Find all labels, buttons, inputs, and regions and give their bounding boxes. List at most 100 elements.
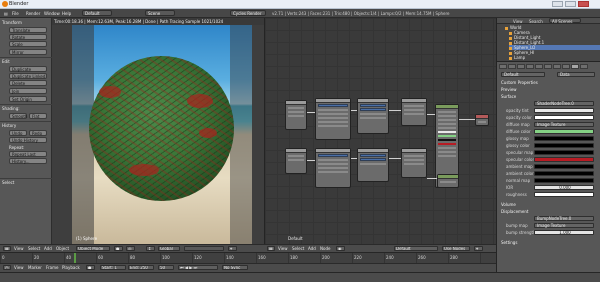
material-tab-icon[interactable]: [571, 64, 579, 69]
opacity-color-field[interactable]: [534, 115, 594, 120]
properties-editor[interactable]: Default Data Custom Properties Preview S…: [496, 62, 600, 272]
opacity-tint-field[interactable]: [534, 108, 594, 113]
diffuse-map-field[interactable]: Image Texture: [534, 122, 594, 127]
select-header[interactable]: Select: [2, 180, 14, 185]
end-frame-field[interactable]: End: 250: [128, 265, 154, 270]
scale-button[interactable]: Scale: [9, 41, 47, 47]
ambient-map-field[interactable]: [534, 164, 594, 169]
volume-panel[interactable]: Volume: [501, 202, 516, 207]
transform-header[interactable]: Transform: [2, 20, 22, 25]
translate-button[interactable]: Translate: [9, 27, 47, 33]
maximize-button[interactable]: [565, 1, 576, 7]
duplicate-linked-button[interactable]: Duplicate Linked: [9, 73, 47, 79]
mapping-node-2[interactable]: [315, 148, 351, 188]
ne-add-menu[interactable]: Add: [308, 246, 316, 251]
outliner-scope-select[interactable]: All Scenes: [549, 18, 581, 24]
render-engine-select[interactable]: Cycles Render: [230, 10, 266, 16]
roughness-field[interactable]: [534, 192, 594, 197]
smooth-button[interactable]: Smooth: [9, 113, 27, 119]
snap-icon[interactable]: ⌖: [228, 246, 237, 251]
transform-orientation-select[interactable]: Global: [158, 246, 180, 251]
material-name-field[interactable]: Default: [501, 72, 545, 77]
tl-frame-menu[interactable]: Frame: [46, 265, 58, 270]
edit-header[interactable]: Edit: [2, 59, 10, 64]
scene-select[interactable]: Scene: [145, 10, 175, 16]
bump-node[interactable]: [401, 148, 427, 178]
modifiers-tab-icon[interactable]: [553, 64, 561, 69]
scene-tab-icon[interactable]: [517, 64, 525, 69]
ne-node-menu[interactable]: Node: [320, 246, 330, 251]
mirror-button[interactable]: Mirror: [9, 49, 47, 55]
timeline[interactable]: 0 20 40 60 80 100 120 140 160 180 200 22…: [0, 252, 496, 273]
preview-panel[interactable]: Preview: [501, 87, 517, 92]
constraints-tab-icon[interactable]: [544, 64, 552, 69]
bump-group-node[interactable]: [437, 174, 459, 188]
timeline-ruler[interactable]: 0 20 40 60 80 100 120 140 160 180 200 22…: [0, 253, 496, 263]
node-editor[interactable]: Default: [264, 18, 496, 244]
shading-mode-icon[interactable]: ●: [114, 246, 123, 251]
record-icon[interactable]: ●: [86, 265, 95, 270]
outliner-search-menu[interactable]: Search: [529, 19, 543, 24]
mode-select[interactable]: Object Mode: [76, 246, 110, 251]
menu-window[interactable]: Window: [44, 11, 60, 16]
ambient-color-field[interactable]: [534, 171, 594, 176]
textured-sphere[interactable]: [89, 56, 234, 201]
settings-panel[interactable]: Settings: [501, 240, 517, 245]
material-output-node[interactable]: [475, 114, 489, 126]
menu-file[interactable]: File: [12, 11, 19, 16]
outliner-view-menu[interactable]: View: [513, 19, 523, 24]
mix-node[interactable]: [401, 98, 427, 126]
editor-type-icon[interactable]: ◷: [3, 265, 11, 270]
start-frame-field[interactable]: Start: 1: [100, 265, 126, 270]
set-origin-button[interactable]: Set Origin: [9, 96, 47, 102]
specular-map-field[interactable]: [534, 150, 594, 155]
layers-grid[interactable]: [184, 246, 224, 251]
join-button[interactable]: Join: [9, 88, 47, 94]
menu-render[interactable]: Render: [26, 11, 40, 16]
undo-history-button[interactable]: Undo History: [9, 137, 47, 143]
undo-button[interactable]: Undo: [9, 130, 27, 136]
texture-node[interactable]: [357, 98, 389, 134]
displacement-panel[interactable]: Displacement: [501, 209, 529, 214]
minimize-button[interactable]: [552, 1, 563, 7]
playback-controls[interactable]: ⏮ ◀ ▶ ⏭: [178, 265, 218, 270]
material-select[interactable]: Default: [394, 246, 438, 251]
custom-properties-panel[interactable]: Custom Properties: [501, 80, 538, 85]
bump-map-field[interactable]: Image Texture: [534, 223, 594, 228]
displacement-shader-field[interactable]: BumpNodeTree.0: [534, 216, 594, 221]
glossy-map-field[interactable]: [534, 136, 594, 141]
glossy-color-field[interactable]: [534, 143, 594, 148]
editor-type-icon[interactable]: ▦: [267, 246, 275, 251]
use-nodes-toggle[interactable]: Use Nodes: [442, 246, 470, 251]
shader-type-icon[interactable]: ◉: [336, 246, 345, 251]
ior-field[interactable]: 0.000: [534, 185, 594, 190]
image-texture-node[interactable]: [285, 100, 307, 130]
surface-panel[interactable]: Surface: [501, 94, 516, 99]
diffuse-color-field[interactable]: [534, 129, 594, 134]
texture-node-2[interactable]: [357, 148, 389, 182]
snap-icon[interactable]: ⌖: [474, 246, 483, 251]
image-texture-node-2[interactable]: [285, 148, 307, 174]
history-header[interactable]: History: [2, 123, 16, 128]
repeat-last-button[interactable]: Repeat Last: [9, 151, 47, 157]
tl-playback-menu[interactable]: Playback: [62, 265, 80, 270]
manipulator-icon[interactable]: ↕: [146, 246, 155, 251]
rotate-button[interactable]: Rotate: [9, 34, 47, 40]
menu-help[interactable]: Help: [62, 11, 71, 16]
tl-view-menu[interactable]: View: [14, 265, 24, 270]
outliner[interactable]: View Search All Scenes World Camera Dist…: [496, 18, 600, 62]
specular-color-field[interactable]: [534, 157, 594, 162]
layers-tab-icon[interactable]: [508, 64, 516, 69]
duplicate-button[interactable]: Duplicate: [9, 66, 47, 72]
tl-marker-menu[interactable]: Marker: [28, 265, 42, 270]
normal-map-field[interactable]: [534, 178, 594, 183]
world-tab-icon[interactable]: [526, 64, 534, 69]
current-frame-cursor[interactable]: [74, 253, 76, 263]
data-tab-icon[interactable]: [562, 64, 570, 69]
render-tab-icon[interactable]: [499, 64, 507, 69]
material-link-select[interactable]: Data: [557, 72, 595, 77]
surface-shader-field[interactable]: ShaderNodeTree.0: [534, 101, 594, 106]
redo-button[interactable]: Redo: [29, 130, 47, 136]
editor-type-icon[interactable]: ▤: [4, 11, 8, 16]
flat-button[interactable]: Flat: [29, 113, 47, 119]
